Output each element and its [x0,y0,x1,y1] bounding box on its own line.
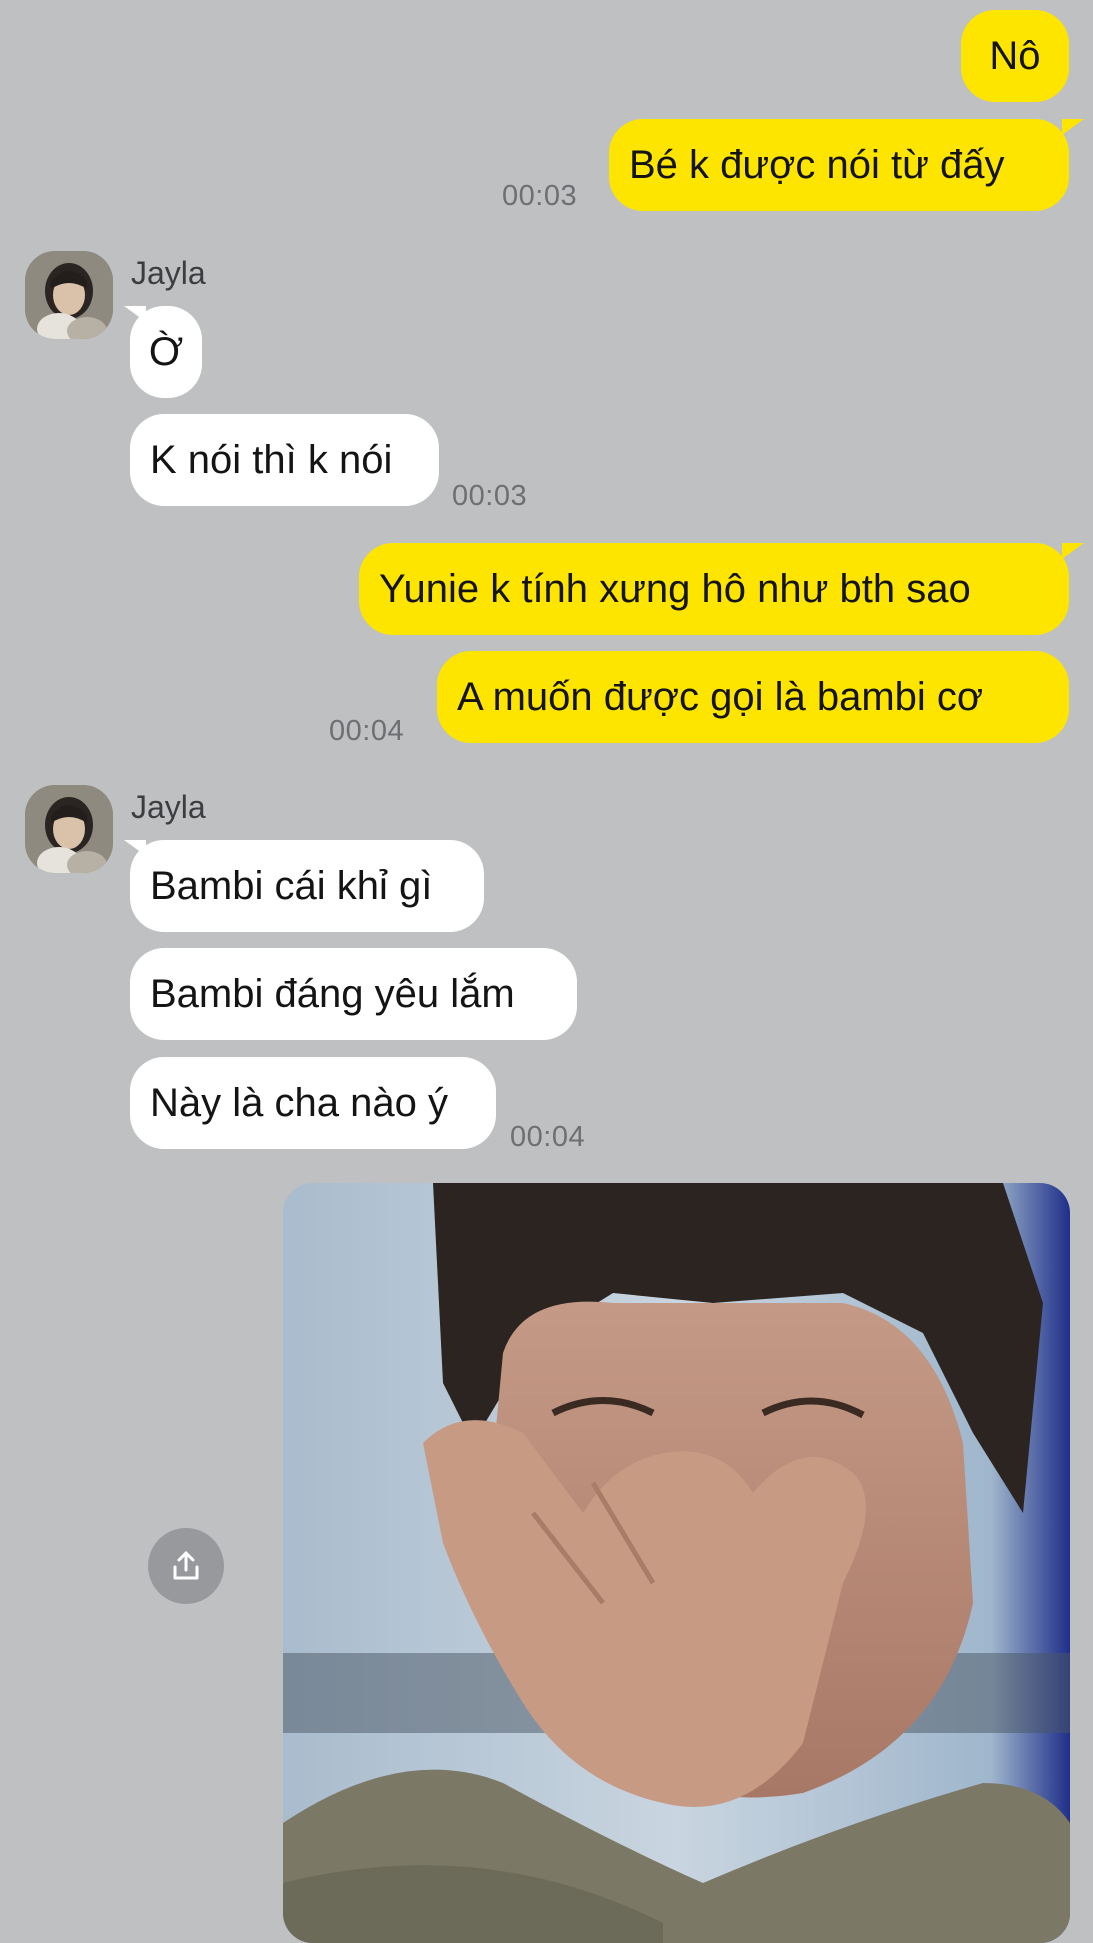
incoming-message[interactable]: K nói thì k nói [130,414,439,506]
incoming-message[interactable]: Này là cha nào ý [130,1057,496,1149]
message-text: Bambi đáng yêu lắm [150,972,515,1016]
share-button[interactable] [148,1528,224,1604]
sender-name: Jayla [131,255,206,291]
message-text: Này là cha nào ý [150,1081,448,1125]
incoming-message[interactable]: Bambi đáng yêu lắm [130,948,577,1040]
avatar-image [25,785,113,873]
share-upload-icon [173,1551,199,1580]
avatar[interactable] [25,251,113,339]
timestamp: 00:03 [502,180,578,212]
outgoing-message[interactable]: A muốn được gọi là bambi cơ [437,651,1069,743]
message-text: K nói thì k nói [150,438,393,482]
avatar[interactable] [25,785,113,873]
message-text: A muốn được gọi là bambi cơ [457,675,984,719]
message-text: Bé k được nói từ đấy [629,143,1005,187]
message-text: Ờ [148,330,184,374]
photo-image [283,1183,1070,1943]
timestamp: 00:04 [510,1121,586,1153]
bubble-tail [1062,543,1084,559]
bubble-tail [1062,119,1084,135]
avatar-image [25,251,113,339]
timestamp: 00:03 [452,480,528,512]
sender-name: Jayla [131,789,206,825]
message-text: Nô [989,34,1041,78]
message-text: Bambi cái khỉ gì [150,864,433,908]
timestamp: 00:04 [329,715,405,747]
incoming-message[interactable]: Bambi cái khỉ gì [130,840,484,932]
shared-photo[interactable] [283,1183,1070,1943]
outgoing-message[interactable]: Bé k được nói từ đấy [609,119,1069,211]
outgoing-message[interactable]: Yunie k tính xưng hô như bth sao [359,543,1069,635]
message-text: Yunie k tính xưng hô như bth sao [379,567,971,611]
outgoing-message[interactable]: Nô [961,10,1069,102]
incoming-message[interactable]: Ờ [130,306,202,398]
